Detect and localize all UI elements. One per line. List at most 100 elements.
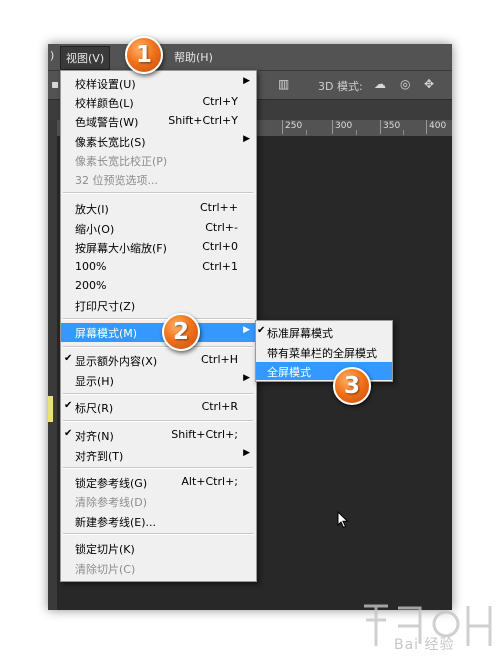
menu-item-shortcut: Ctrl+-	[205, 221, 238, 234]
menu-item-shortcut: Ctrl+H	[200, 353, 238, 366]
menu-item-label: 对齐(N)	[75, 430, 114, 443]
menu-item-label: 缩小(O)	[75, 223, 115, 236]
watermark: Bai 经验	[358, 596, 498, 656]
vertical-ruler[interactable]	[48, 120, 57, 610]
menu-item-shortcut: Ctrl+1	[202, 260, 238, 273]
menu-item-fit-on-screen[interactable]: 按屏幕大小缩放(F) Ctrl+0	[61, 238, 256, 256]
menu-item-label: 新建参考线(E)...	[75, 516, 157, 529]
menu-bar: ) 视图(V) 帮助(H)	[48, 44, 452, 71]
menu-item-label: 200%	[75, 279, 107, 292]
menu-item-shortcut: Ctrl+Y	[202, 95, 238, 108]
menu-separator	[63, 420, 253, 422]
submenu-item-label: 标准屏幕模式	[267, 327, 333, 340]
screen-mode-submenu: ✔ 标准屏幕模式 带有菜单栏的全屏模式 全屏模式	[255, 320, 393, 382]
menu-separator	[63, 467, 253, 469]
menu-item-proof-setup[interactable]: 校样设置(U) ▶	[61, 74, 256, 92]
menu-item-100-percent[interactable]: 100% Ctrl+1	[61, 258, 256, 276]
menu-item-show[interactable]: 显示(H) ▶	[61, 371, 256, 389]
menu-item-label: 色域警告(W)	[75, 116, 139, 129]
view-menu-dropdown: 校样设置(U) ▶ 校样颜色(L) Ctrl+Y 色域警告(W) Shift+C…	[60, 70, 257, 582]
menu-item-label: 像素长宽比校正(P)	[75, 155, 168, 168]
menu-item-snap-to[interactable]: 对齐到(T) ▶	[61, 446, 256, 464]
menu-item-shortcut: Ctrl+R	[201, 400, 238, 413]
checkmark-icon: ✔	[64, 353, 73, 364]
menu-item-snap[interactable]: ✔ 对齐(N) Shift+Ctrl+;	[61, 426, 256, 444]
menu-item-label: 屏幕模式(M)	[75, 327, 138, 340]
menu-separator	[63, 318, 253, 320]
checkmark-icon: ✔	[64, 400, 73, 411]
ruler-label: 250	[285, 121, 303, 131]
menu-item-label: 显示(H)	[75, 375, 114, 388]
menu-separator	[63, 533, 253, 535]
mouse-cursor-icon	[337, 511, 349, 529]
submenu-item-fullscreen-with-menu[interactable]: 带有菜单栏的全屏模式	[256, 343, 392, 361]
menu-item-lock-slices[interactable]: 锁定切片(K)	[61, 539, 256, 557]
menu-item-shortcut: Shift+Ctrl+;	[171, 428, 238, 441]
menu-item-shortcut: Shift+Ctrl+Y	[168, 114, 238, 127]
menu-item-label: 像素长宽比(S)	[75, 136, 146, 149]
menu-item-proof-colors[interactable]: 校样颜色(L) Ctrl+Y	[61, 93, 256, 111]
checkmark-icon: ✔	[257, 325, 266, 336]
submenu-item-label: 全屏模式	[267, 366, 311, 379]
menu-item-label: 100%	[75, 260, 107, 273]
menu-item-label: 显示额外内容(X)	[75, 355, 158, 368]
menu-help[interactable]: 帮助(H)	[174, 49, 213, 65]
menu-item-label: 打印尺寸(Z)	[75, 300, 136, 313]
menu-view[interactable]: 视图(V)	[60, 46, 111, 70]
align-distribute-icon[interactable]: ▥	[278, 77, 289, 91]
menu-item-label: 校样颜色(L)	[75, 97, 134, 110]
submenu-arrow-icon: ▶	[243, 76, 250, 86]
pan-icon[interactable]: ✥	[424, 77, 434, 91]
menu-item-new-guide[interactable]: 新建参考线(E)...	[61, 512, 256, 530]
menu-bar-edge: )	[50, 49, 55, 62]
menu-item-shortcut: Ctrl+0	[202, 240, 238, 253]
ruler-label: 400	[429, 121, 447, 131]
menu-item-label: 按屏幕大小缩放(F)	[75, 242, 167, 255]
submenu-item-standard-screen[interactable]: ✔ 标准屏幕模式	[256, 323, 392, 341]
menu-item-shortcut: Alt+Ctrl+;	[181, 475, 238, 488]
menu-separator	[63, 393, 253, 395]
checkmark-icon: ✔	[64, 428, 73, 439]
menu-item-label: 放大(I)	[75, 203, 109, 216]
submenu-item-fullscreen[interactable]: 全屏模式	[256, 362, 392, 380]
menu-item-gamut-warning[interactable]: 色域警告(W) Shift+Ctrl+Y	[61, 112, 256, 130]
menu-item-screen-mode[interactable]: 屏幕模式(M) ▶	[61, 323, 256, 342]
ruler-label: 350	[383, 121, 401, 131]
menu-item-label: 对齐到(T)	[75, 450, 124, 463]
menu-item-label: 锁定参考线(G)	[75, 477, 148, 490]
submenu-arrow-icon: ▶	[243, 325, 250, 335]
submenu-item-label: 带有菜单栏的全屏模式	[267, 347, 377, 360]
menu-item-label: 32 位预览选项...	[75, 174, 158, 187]
menu-item-print-size[interactable]: 打印尺寸(Z)	[61, 296, 256, 314]
step-badge-1: 1	[125, 36, 163, 74]
menu-item-label: 标尺(R)	[75, 402, 114, 415]
watermark-text: Bai 经验	[394, 637, 455, 653]
submenu-arrow-icon: ▶	[243, 373, 250, 383]
menu-separator	[63, 192, 253, 194]
menu-item-shortcut: Ctrl++	[199, 201, 238, 214]
menu-separator	[63, 346, 253, 348]
menu-item-rulers[interactable]: ✔ 标尺(R) Ctrl+R	[61, 398, 256, 416]
menu-item-label: 锁定切片(K)	[75, 543, 135, 556]
submenu-arrow-icon: ▶	[243, 448, 250, 458]
menu-item-clear-guides: 清除参考线(D)	[61, 492, 256, 510]
tool-preset-icon[interactable]: ▪	[51, 77, 59, 91]
menu-item-label: 清除参考线(D)	[75, 496, 148, 509]
ruler-label: 300	[335, 121, 353, 131]
ruler-guide-marker	[48, 396, 53, 422]
menu-item-200-percent[interactable]: 200%	[61, 277, 256, 295]
orbit-icon[interactable]: ☁	[374, 77, 386, 91]
roll-icon[interactable]: ◎	[400, 77, 410, 91]
menu-item-pixel-aspect-correction: 像素长宽比校正(P)	[61, 151, 256, 169]
menu-item-label: 校样设置(U)	[75, 78, 136, 91]
menu-item-lock-guides[interactable]: 锁定参考线(G) Alt+Ctrl+;	[61, 473, 256, 491]
menu-item-show-extras[interactable]: ✔ 显示额外内容(X) Ctrl+H	[61, 351, 256, 369]
menu-item-pixel-aspect-ratio[interactable]: 像素长宽比(S) ▶	[61, 132, 256, 150]
submenu-arrow-icon: ▶	[243, 134, 250, 144]
step-badge-2: 2	[162, 313, 200, 351]
menu-item-32bit-preview: 32 位预览选项...	[61, 170, 256, 188]
menu-item-zoom-in[interactable]: 放大(I) Ctrl++	[61, 199, 256, 217]
menu-item-label: 清除切片(C)	[75, 563, 136, 576]
3d-mode-label: 3D 模式:	[318, 80, 363, 93]
menu-item-zoom-out[interactable]: 缩小(O) Ctrl+-	[61, 219, 256, 237]
